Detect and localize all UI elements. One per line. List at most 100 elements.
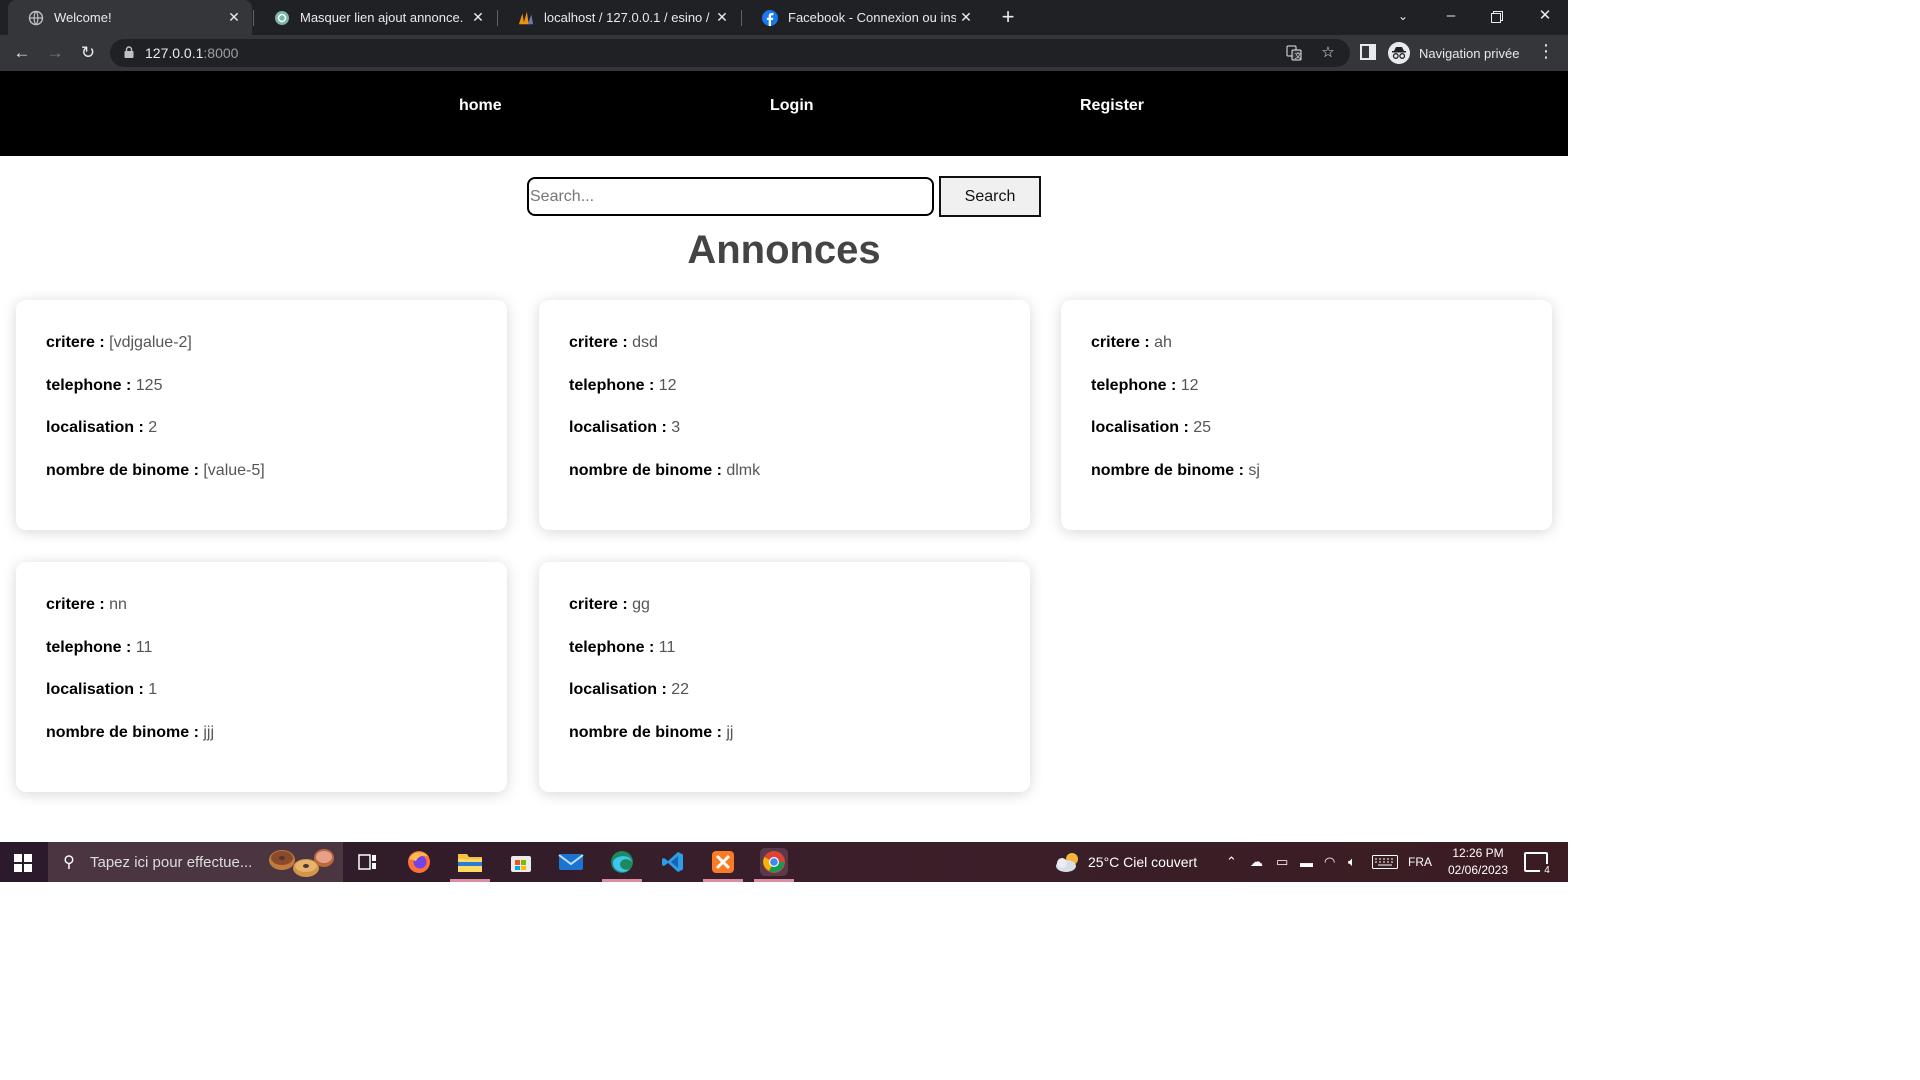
- side-panel-icon[interactable]: [1360, 44, 1376, 60]
- search-input[interactable]: [527, 177, 934, 216]
- meet-now-icon[interactable]: ▭: [1276, 842, 1288, 882]
- binome-field: nombre de binome : sj: [1091, 461, 1260, 479]
- input-language[interactable]: FRA: [1408, 842, 1432, 882]
- running-indicator: [703, 879, 743, 882]
- critere-field: critere : gg: [569, 596, 650, 613]
- donut-doodle-icon: [269, 849, 334, 877]
- taskbar-search-box[interactable]: ⚲ Tapez ici pour effectue...: [48, 842, 343, 882]
- incognito-label: Navigation privée: [1419, 45, 1520, 61]
- cloudy-weather-icon: [1056, 853, 1078, 872]
- chrome-icon[interactable]: [760, 848, 788, 876]
- browser-toolbar: ← → ↻ 127.0.0.1:8000 文 ☆ Navigation priv…: [0, 35, 1568, 71]
- weather-widget[interactable]: 25°C Ciel couvert: [1054, 842, 1197, 882]
- minimize-window-button[interactable]: –: [1428, 0, 1474, 35]
- site-navbar: home Login Register: [0, 71, 1568, 156]
- restore-window-button[interactable]: [1474, 0, 1520, 35]
- firefox-icon[interactable]: [405, 848, 433, 876]
- tab-facebook[interactable]: Facebook - Connexion ou inscrip ✕: [742, 0, 984, 35]
- mail-icon[interactable]: [557, 848, 585, 876]
- new-tab-button[interactable]: +: [996, 4, 1020, 30]
- clock-date: 02/06/2023: [1447, 863, 1509, 877]
- close-tab-icon[interactable]: ✕: [712, 9, 732, 26]
- telephone-field: telephone : 11: [46, 638, 153, 656]
- telephone-field: telephone : 12: [1091, 376, 1199, 394]
- tab-welcome[interactable]: Welcome! ✕: [8, 0, 252, 35]
- close-tab-icon[interactable]: ✕: [468, 9, 488, 26]
- page-title: Annonces: [687, 228, 881, 272]
- address-bar[interactable]: 127.0.0.1:8000 文 ☆: [110, 39, 1350, 67]
- battery-icon[interactable]: ▬: [1300, 842, 1313, 882]
- close-window-button[interactable]: ✕: [1522, 0, 1568, 35]
- wifi-icon[interactable]: ◠: [1324, 842, 1335, 882]
- critere-field: critere : nn: [46, 596, 127, 613]
- task-view-icon[interactable]: [354, 848, 382, 876]
- volume-icon[interactable]: 🔈︎: [1348, 842, 1356, 882]
- tab-search-chevron-icon[interactable]: ⌄: [1380, 0, 1426, 35]
- nav-register-link[interactable]: Register: [1080, 97, 1144, 115]
- telephone-field: telephone : 12: [569, 376, 677, 394]
- telephone-field: telephone : 125: [46, 376, 163, 394]
- reload-icon[interactable]: ↻: [76, 41, 100, 65]
- tab-phpmyadmin[interactable]: localhost / 127.0.0.1 / esino / ann ✕: [498, 0, 740, 35]
- localisation-field: localisation : 1: [46, 681, 158, 698]
- annonce-card: critere : ah telephone : 12 localisation…: [1061, 300, 1552, 530]
- critere-field: critere : dsd: [569, 334, 658, 351]
- binome-field: nombre de binome : dlmk: [569, 461, 761, 479]
- running-indicator: [602, 879, 642, 882]
- incognito-profile-button[interactable]: Navigation privée: [1388, 38, 1519, 68]
- annonce-card: critere : nn telephone : 11 localisation…: [16, 562, 507, 792]
- localisation-field: localisation : 3: [569, 419, 681, 436]
- taskbar-search-placeholder: Tapez ici pour effectue...: [90, 853, 253, 871]
- incognito-icon: [1388, 42, 1410, 64]
- tab-title: Welcome!: [54, 10, 112, 25]
- tab-title: Facebook - Connexion ou inscrip: [788, 10, 956, 25]
- browser-tab-bar: Welcome! ✕ Masquer lien ajout annonce. ✕…: [0, 0, 1568, 35]
- notification-center-icon[interactable]: 4: [1524, 852, 1554, 878]
- windows-start-icon[interactable]: [14, 854, 32, 872]
- keyboard-icon[interactable]: [1372, 842, 1398, 882]
- telephone-field: telephone : 11: [569, 638, 676, 656]
- localisation-field: localisation : 22: [569, 681, 690, 698]
- annonce-card: critere : dsd telephone : 12 localisatio…: [539, 300, 1030, 530]
- taskbar-clock[interactable]: 12:26 PM 02/06/2023: [1436, 845, 1520, 879]
- bookmark-star-icon[interactable]: ☆: [1318, 43, 1338, 63]
- running-indicator: [754, 879, 794, 882]
- close-tab-icon[interactable]: ✕: [956, 9, 976, 26]
- phpmyadmin-icon: [518, 10, 534, 26]
- facebook-icon: [762, 9, 778, 26]
- critere-field: critere : [vdjgalue-2]: [46, 334, 192, 351]
- search-icon: ⚲: [63, 854, 75, 871]
- localisation-field: localisation : 2: [46, 419, 158, 436]
- clock-time: 12:26 PM: [1452, 846, 1504, 860]
- tab-masquer-lien[interactable]: Masquer lien ajout annonce. ✕: [254, 0, 496, 35]
- onedrive-icon[interactable]: ☁: [1250, 842, 1263, 882]
- edge-icon[interactable]: [608, 848, 636, 876]
- url-text: 127.0.0.1:8000: [145, 45, 239, 61]
- annonce-card: critere : [vdjgalue-2] telephone : 125 l…: [16, 300, 507, 530]
- binome-field: nombre de binome : jjj: [46, 723, 215, 741]
- tab-title: Masquer lien ajout annonce.: [300, 10, 464, 25]
- tray-chevron-icon[interactable]: ⌃: [1226, 842, 1237, 882]
- globe-icon: [28, 10, 44, 26]
- close-tab-icon[interactable]: ✕: [224, 9, 244, 26]
- tab-title: localhost / 127.0.0.1 / esino / ann: [544, 10, 712, 25]
- svg-text:文: 文: [1295, 51, 1302, 60]
- chatgpt-icon: [274, 10, 290, 26]
- search-button[interactable]: Search: [939, 176, 1041, 217]
- localisation-field: localisation : 25: [1091, 419, 1212, 436]
- vscode-icon[interactable]: [659, 848, 687, 876]
- running-indicator: [450, 879, 490, 882]
- critere-field: critere : ah: [1091, 334, 1172, 351]
- nav-home-link[interactable]: home: [459, 97, 502, 115]
- microsoft-store-icon[interactable]: [507, 848, 535, 876]
- binome-field: nombre de binome : [value-5]: [46, 461, 265, 479]
- more-menu-icon[interactable]: ⋮: [1536, 41, 1556, 62]
- windows-taskbar: ⚲ Tapez ici pour effectue... 25°C Ciel c…: [0, 842, 1568, 882]
- lock-icon: [124, 46, 134, 58]
- back-arrow-icon[interactable]: ←: [10, 41, 34, 65]
- file-explorer-icon[interactable]: [456, 848, 484, 876]
- translate-icon[interactable]: 文: [1284, 43, 1304, 63]
- xampp-icon[interactable]: [709, 848, 737, 876]
- forward-arrow-icon[interactable]: →: [43, 41, 67, 65]
- nav-login-link[interactable]: Login: [770, 97, 814, 115]
